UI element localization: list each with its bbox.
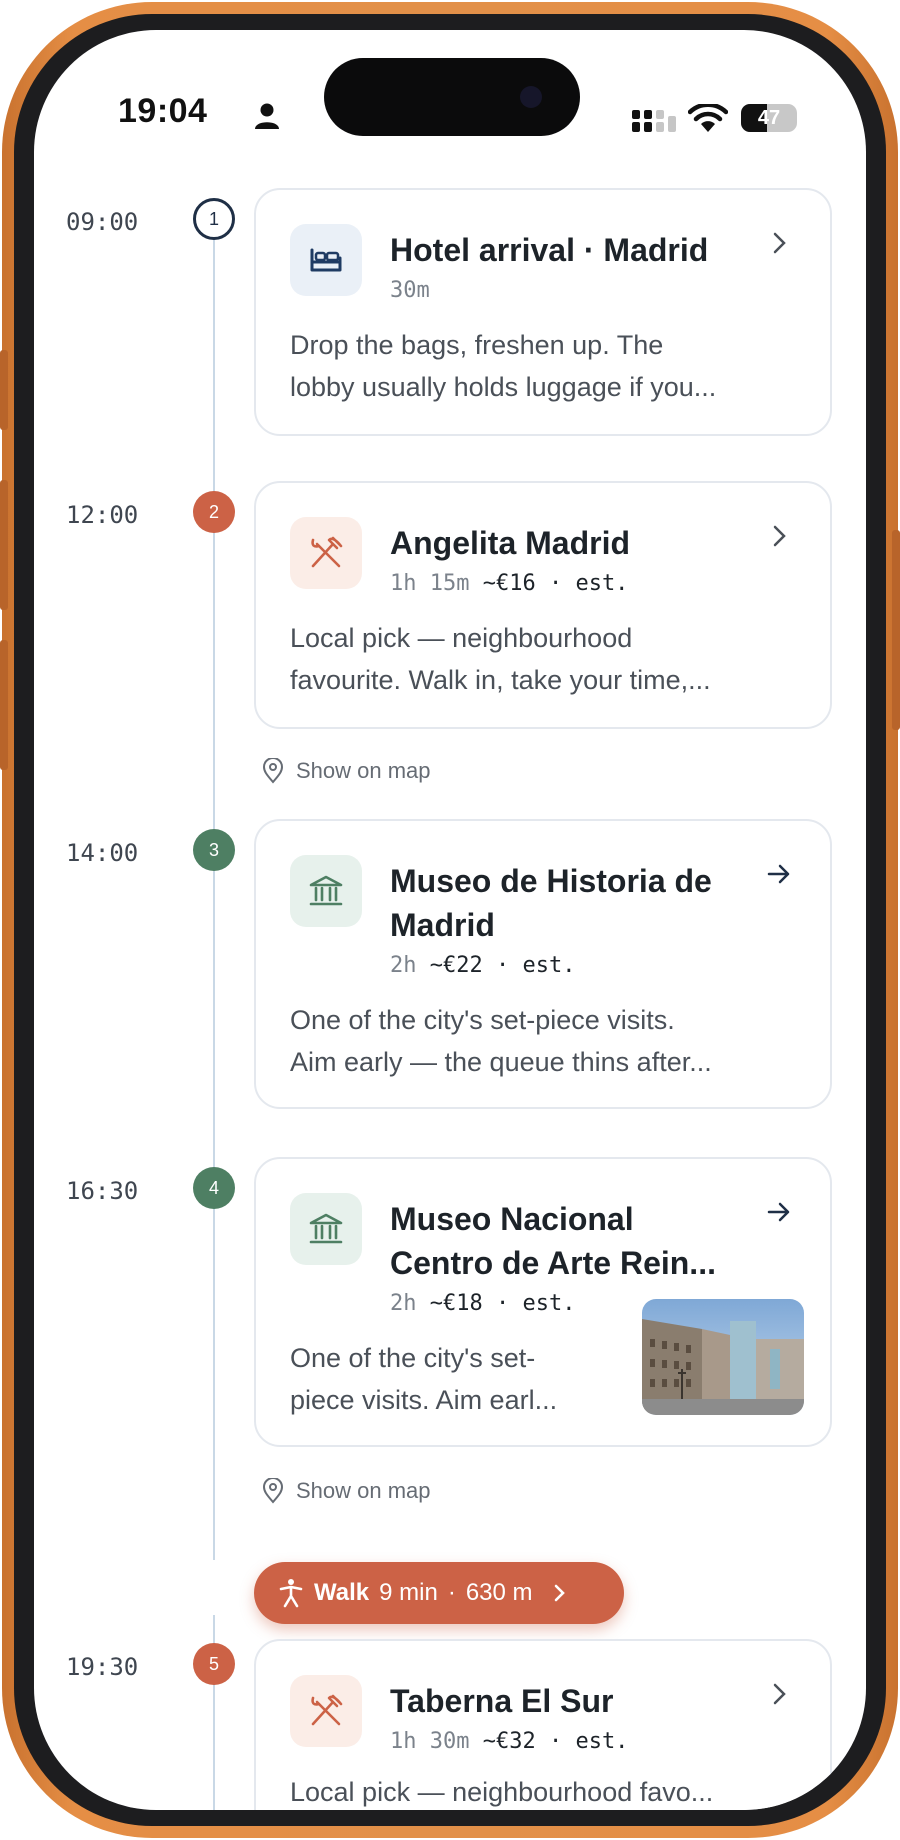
card-title: Angelita Madrid: [390, 525, 631, 561]
cost-estimate: ~€16 · est.: [482, 571, 629, 596]
itinerary-card-museo-reina-sofia[interactable]: Museo Nacional Centro de Arte Rein... 2h…: [254, 1157, 832, 1447]
card-description: Drop the bags, freshen up. The lobby usu…: [290, 324, 800, 408]
itinerary-card-hotel[interactable]: Hotel arrival · Madrid 30m Drop the bags…: [254, 188, 832, 436]
card-meta: 1h 30m ~€32 · est.: [390, 1729, 628, 1754]
step-number: 2: [193, 491, 235, 533]
stop-time: 19:30: [66, 1653, 139, 1681]
card-meta: 30m: [390, 278, 430, 303]
itinerary-card-museo-historia[interactable]: Museo de Historia de Madrid 2h ~€22 · es…: [254, 819, 832, 1109]
desc-line: Drop the bags, freshen up. The: [290, 330, 664, 360]
dynamic-island: [324, 58, 580, 136]
cost-estimate: ~€22 · est.: [429, 953, 576, 978]
status-time: 19:04: [118, 92, 208, 130]
desc-line: One of the city's set-: [290, 1343, 536, 1373]
timeline-line: [213, 240, 215, 1560]
itinerary-card-angelita[interactable]: Angelita Madrid 1h 15m ~€16 · est. Local…: [254, 481, 832, 729]
card-description: One of the city's set-piece visits. Aim …: [290, 999, 800, 1083]
title-line: Madrid: [390, 907, 495, 943]
desc-line: Aim early — the queue thins after...: [290, 1047, 712, 1077]
walk-duration: 9 min: [379, 1579, 438, 1606]
screen: 19:04 47 09:00 1 Hotel arrival · Madrid …: [34, 30, 866, 1810]
card-title: Hotel arrival · Madrid: [390, 232, 709, 268]
stop-time: 14:00: [66, 839, 139, 867]
step-number: 1: [193, 198, 235, 240]
signal-icon: [632, 110, 676, 132]
fork-knife-icon: [290, 1675, 362, 1747]
cost-estimate: ~€32 · est.: [482, 1729, 629, 1754]
show-on-map-label: Show on map: [296, 1478, 431, 1503]
duration: 30m: [390, 278, 430, 303]
duration: 2h: [390, 953, 417, 978]
card-title: Taberna El Sur: [390, 1683, 614, 1719]
duration: 1h 15m: [390, 571, 470, 596]
show-on-map-link[interactable]: Show on map: [262, 1478, 431, 1504]
chevron-right-icon[interactable]: [766, 230, 792, 256]
walk-directions-button[interactable]: Walk 9 min · 630 m: [254, 1562, 624, 1624]
title-line: Museo Nacional: [390, 1201, 634, 1237]
bed-icon: [290, 224, 362, 296]
step-number: 4: [193, 1167, 235, 1209]
chevron-right-icon[interactable]: [766, 1681, 792, 1707]
duration: 2h: [390, 1291, 417, 1316]
map-pin-icon: [262, 1478, 284, 1504]
title-line: Centro de Arte Rein...: [390, 1245, 716, 1281]
camera-lens: [520, 86, 542, 108]
card-meta: 2h ~€18 · est.: [390, 1291, 575, 1316]
card-description: Local pick — neighbourhood favourite. Wa…: [290, 617, 800, 701]
card-meta: 1h 15m ~€16 · est.: [390, 571, 628, 596]
person-icon: [255, 103, 279, 129]
card-title: Museo de Historia de Madrid: [390, 859, 770, 947]
stop-time: 12:00: [66, 501, 139, 529]
chevron-right-icon: [554, 1584, 565, 1602]
stop-time: 16:30: [66, 1177, 139, 1205]
itinerary-card-taberna[interactable]: Taberna El Sur 1h 30m ~€32 · est. Local …: [254, 1639, 832, 1810]
power-button: [892, 530, 900, 730]
map-pin-icon: [262, 758, 284, 784]
arrow-right-icon[interactable]: [766, 1199, 792, 1225]
walking-person-icon: [279, 1579, 303, 1608]
show-on-map-link[interactable]: Show on map: [262, 758, 431, 784]
card-title: Museo Nacional Centro de Arte Rein...: [390, 1197, 770, 1285]
card-description: One of the city's set- piece visits. Aim…: [290, 1337, 620, 1421]
title-line: Museo de Historia de: [390, 863, 712, 899]
fork-knife-icon: [290, 517, 362, 589]
cost-estimate: ~€18 · est.: [429, 1291, 576, 1316]
duration: 1h 30m: [390, 1729, 470, 1754]
chevron-right-icon[interactable]: [766, 523, 792, 549]
card-description: Local pick — neighbourhood favo...: [290, 1771, 800, 1810]
desc-line: favourite. Walk in, take your time,...: [290, 665, 711, 695]
volume-up-button: [0, 480, 8, 610]
volume-down-button: [0, 640, 8, 770]
desc-line: piece visits. Aim earl...: [290, 1385, 558, 1415]
walk-distance: 630 m: [465, 1579, 533, 1606]
museum-photo: [642, 1299, 804, 1415]
card-meta: 2h ~€22 · est.: [390, 953, 575, 978]
battery-icon: 47: [741, 104, 797, 132]
step-number: 3: [193, 829, 235, 871]
battery-level: 47: [757, 106, 781, 129]
desc-line: Local pick — neighbourhood: [290, 623, 633, 653]
wifi-icon: [688, 104, 728, 132]
walk-label: Walk: [314, 1579, 370, 1606]
walk-separator: ·: [447, 1579, 456, 1606]
side-button: [0, 350, 8, 430]
arrow-right-icon[interactable]: [766, 861, 792, 887]
stop-time: 09:00: [66, 208, 139, 236]
desc-line: lobby usually holds luggage if you...: [290, 372, 717, 402]
museum-icon: [290, 855, 362, 927]
museum-icon: [290, 1193, 362, 1265]
desc-line: One of the city's set-piece visits.: [290, 1005, 675, 1035]
show-on-map-label: Show on map: [296, 758, 431, 783]
step-number: 5: [193, 1643, 235, 1685]
desc-line: Local pick — neighbourhood favo...: [290, 1777, 714, 1807]
